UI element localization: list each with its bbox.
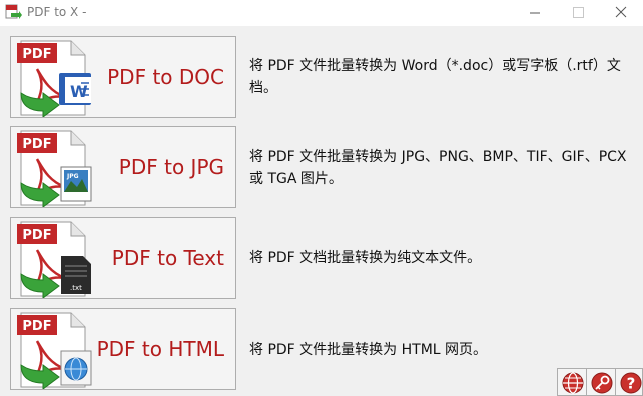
pdf-to-text-label: PDF to Text: [111, 246, 224, 270]
pdf-to-doc-label: PDF to DOC: [107, 65, 224, 89]
pdf-to-text-description: 将 PDF 文档批量转换为纯文本文件。: [249, 250, 482, 266]
svg-text:W: W: [70, 82, 88, 101]
close-button[interactable]: [599, 0, 643, 26]
register-button[interactable]: [586, 368, 616, 396]
pdf-to-jpg-button[interactable]: PDF JPG PDF to JPG: [10, 126, 236, 208]
pdf-to-text-icon: PDF .txt: [17, 221, 91, 298]
pdf-to-doc-button[interactable]: PDF W PDF to DOC: [10, 36, 236, 118]
globe-icon: [562, 372, 584, 394]
minimize-button[interactable]: [513, 0, 557, 26]
pdf-to-html-button[interactable]: PDF PDF to HTML: [10, 308, 236, 390]
jpg-label: JPG: [66, 173, 79, 180]
pdf-to-html-description: 将 PDF 文件批量转换为 HTML 网页。: [249, 342, 488, 358]
app-icon: [5, 4, 22, 19]
website-button[interactable]: [557, 368, 587, 396]
pdf-badge: PDF: [22, 228, 51, 243]
key-icon: [591, 372, 613, 394]
help-icon: ?: [620, 372, 642, 394]
title-bar: PDF to X -: [0, 0, 643, 26]
pdf-to-word-icon: PDF W: [17, 40, 91, 117]
pdf-badge: PDF: [22, 137, 51, 152]
window-title: PDF to X -: [27, 5, 87, 19]
help-button[interactable]: ?: [615, 368, 643, 396]
pdf-badge: PDF: [22, 319, 51, 334]
pdf-to-text-button[interactable]: PDF .txt PDF to Text: [10, 217, 236, 299]
pdf-to-html-icon: PDF: [17, 312, 92, 389]
pdf-to-jpg-description: 将 PDF 文件批量转换为 JPG、PNG、BMP、TIF、GIF、PCX 或 …: [249, 149, 627, 187]
pdf-to-jpg-label: PDF to JPG: [118, 155, 224, 179]
pdf-to-html-label: PDF to HTML: [96, 337, 224, 361]
txt-label: .txt: [70, 284, 82, 292]
svg-text:?: ?: [627, 375, 636, 393]
pdf-to-jpg-icon: PDF JPG: [17, 130, 92, 207]
minimize-icon: [530, 12, 540, 14]
main-panel: PDF W PDF to DOC 将 PDF 文件批量转换为 Word（*.do…: [0, 26, 643, 396]
close-icon: [615, 6, 627, 18]
pdf-to-doc-description: 将 PDF 文件批量转换为 Word（*.doc）或写字板（.rtf）文档。: [249, 58, 621, 96]
maximize-icon: [573, 7, 584, 18]
pdf-badge: PDF: [22, 47, 51, 62]
maximize-button[interactable]: [556, 0, 600, 26]
